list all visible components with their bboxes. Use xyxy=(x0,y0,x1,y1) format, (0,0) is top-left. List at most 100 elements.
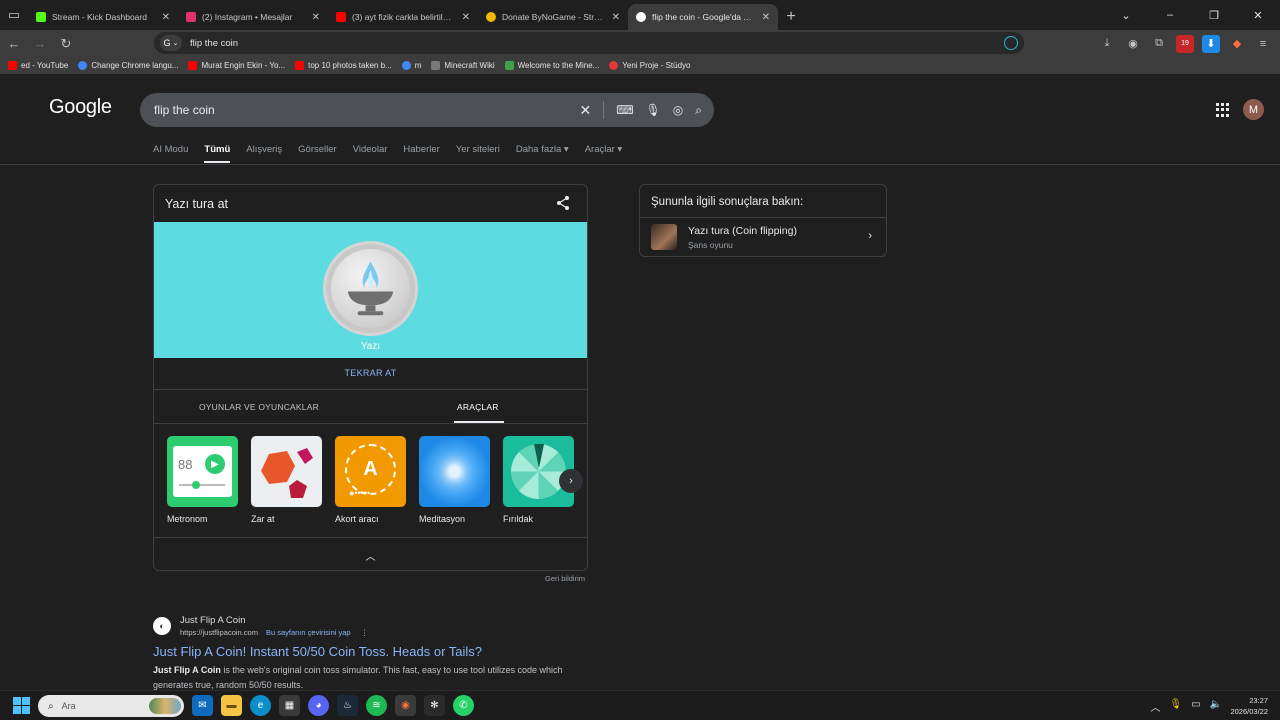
tab-list-chevron-icon[interactable]: ⌄ xyxy=(1104,9,1148,22)
close-tab-icon[interactable]: ✕ xyxy=(312,12,320,23)
discord-icon[interactable]: ◕ xyxy=(308,695,329,716)
search-input[interactable]: flip the coin ✕ ⌨ 🎙 ◎ ⌕ xyxy=(140,93,714,127)
file-explorer-icon[interactable]: ▬ xyxy=(221,695,242,716)
browser-tab-google[interactable]: flip the coin - Google'da Ara ✕ xyxy=(628,4,778,30)
volume-icon[interactable]: 🔈 xyxy=(1210,699,1222,714)
slider-track xyxy=(179,484,225,486)
result-title-link[interactable]: Just Flip A Coin! Instant 50/50 Coin Tos… xyxy=(153,644,482,659)
google-logo[interactable]: Google xyxy=(49,96,112,119)
google-apps-icon[interactable] xyxy=(1216,103,1230,117)
menu-icon[interactable]: ≡ xyxy=(1254,35,1272,53)
tab-all[interactable]: Tümü xyxy=(204,144,230,163)
display-icon[interactable]: ▭ xyxy=(1191,699,1200,714)
bookmark-item[interactable]: m xyxy=(401,61,421,70)
mic-icon[interactable]: 🎙 xyxy=(646,103,661,117)
minimize-icon[interactable]: – xyxy=(1148,9,1192,21)
close-tab-icon[interactable]: ✕ xyxy=(612,12,620,23)
bookmark-item[interactable]: ed - YouTube xyxy=(8,61,68,70)
tab-games-toys[interactable]: OYUNLAR VE OYUNCAKLAR xyxy=(199,402,319,412)
restore-icon[interactable]: ❐ xyxy=(1192,9,1236,22)
browser-tab-bynogame[interactable]: Donate ByNoGame - Streamer Sayfası ✕ xyxy=(478,4,628,30)
store-icon[interactable]: ▦ xyxy=(279,695,300,716)
browser-tab-kick[interactable]: Stream - Kick Dashboard ✕ xyxy=(28,4,178,30)
windows-start-icon[interactable] xyxy=(13,697,30,714)
extension-badge-icon[interactable]: 19 xyxy=(1176,34,1194,53)
taskbar-search-input[interactable]: ⌕ Ara xyxy=(38,695,184,717)
share-icon[interactable] xyxy=(555,195,571,211)
tab-more-label: Daha fazla xyxy=(515,144,562,155)
result-site-name[interactable]: Just Flip A Coin xyxy=(180,615,245,626)
download-icon[interactable]: ⤓ xyxy=(1098,35,1116,53)
outlook-icon[interactable]: ✉ xyxy=(192,695,213,716)
bookmark-item[interactable]: Welcome to the Mine... xyxy=(504,61,599,70)
whatsapp-icon[interactable]: ✆ xyxy=(453,695,474,716)
edge-icon[interactable]: e xyxy=(250,695,271,716)
new-tab-button[interactable]: + xyxy=(778,4,804,30)
tab-ai-mode[interactable]: AI Modu xyxy=(153,144,188,163)
toolbar-icons: ⤓ ◉ ⧉ 19 ⬇ ◆ ≡ xyxy=(1098,30,1272,57)
shield-extension-icon[interactable]: ⬇ xyxy=(1202,34,1220,53)
chatgpt-icon[interactable]: ✻ xyxy=(424,695,445,716)
tab-more[interactable]: Daha fazla ▾ xyxy=(516,144,569,163)
result-url[interactable]: https://justflipacoin.com xyxy=(180,628,258,637)
close-tab-icon[interactable]: ✕ xyxy=(462,12,470,23)
browser-tab-youtube[interactable]: (3) ayt fizik carkla belirtiler - YouTub… xyxy=(328,4,478,30)
back-icon[interactable]: ← xyxy=(2,32,26,56)
close-tab-icon[interactable]: ✕ xyxy=(162,12,170,23)
bookmark-item[interactable]: Murat Engin Ekin - Yo... xyxy=(188,61,285,70)
tool-dice[interactable]: Zar at xyxy=(251,436,322,524)
steam-icon[interactable]: ♨ xyxy=(337,695,358,716)
bookmark-item[interactable]: Change Chrome langu... xyxy=(78,61,178,70)
bookmark-item[interactable]: top 10 photos taken b... xyxy=(295,61,392,70)
studio-icon xyxy=(609,61,619,70)
profile-icon[interactable]: ◉ xyxy=(1124,35,1142,53)
flip-again-button[interactable]: TEKRAR AT xyxy=(154,368,587,378)
brave-extension-icon[interactable]: ◆ xyxy=(1228,35,1246,53)
reload-icon[interactable]: ↻ xyxy=(54,32,78,56)
google-g-label: G xyxy=(163,38,171,48)
tab-search-icon[interactable]: ▭ xyxy=(0,0,28,30)
tab-tools[interactable]: ARAÇLAR xyxy=(457,402,499,412)
close-tab-icon[interactable]: ✕ xyxy=(762,12,770,23)
tray-overflow-icon[interactable]: ︿ xyxy=(1150,699,1160,714)
translate-link[interactable]: Bu sayfanın çevirisini yap xyxy=(266,628,351,637)
tab-news[interactable]: Haberler xyxy=(403,144,439,163)
search-engine-chip[interactable]: G ⌄ xyxy=(160,35,182,51)
tool-meditation[interactable]: Meditasyon xyxy=(419,436,490,524)
tab-videos[interactable]: Videolar xyxy=(353,144,388,163)
tab-shopping[interactable]: Alışveriş xyxy=(246,144,282,163)
avatar[interactable]: M xyxy=(1243,99,1264,120)
related-result-item[interactable]: Yazı tura (Coin flipping) Şans oyunu › xyxy=(640,217,886,257)
tab-images[interactable]: Görseller xyxy=(298,144,337,163)
more-options-icon[interactable]: ⋮ xyxy=(361,628,369,637)
collapse-chevron-icon[interactable]: ︿ xyxy=(154,548,587,563)
tab-tools[interactable]: Araçlar ▾ xyxy=(585,144,623,163)
window-controls: ⌄ – ❐ ✕ xyxy=(1104,0,1280,30)
search-icon[interactable]: ⌕ xyxy=(695,103,702,118)
taskbar-clock[interactable]: 23:27 2026/03/22 xyxy=(1230,695,1268,717)
browser-tab-instagram[interactable]: (2) Instagram • Mesajlar ✕ xyxy=(178,4,328,30)
extensions-icon[interactable]: ⧉ xyxy=(1150,35,1168,53)
dice-icon xyxy=(251,436,322,507)
forward-icon[interactable]: → xyxy=(28,32,52,56)
close-window-icon[interactable]: ✕ xyxy=(1236,9,1280,22)
spotify-icon[interactable]: ≋ xyxy=(366,695,387,716)
minecraft-wiki-icon xyxy=(431,61,441,70)
address-bar[interactable]: G ⌄ flip the coin xyxy=(154,32,1024,54)
tool-tuner[interactable]: A ●••••• Akort aracı xyxy=(335,436,406,524)
firefox-icon[interactable]: ◉ xyxy=(395,695,416,716)
tool-metronome[interactable]: 88 ▶ Metronom xyxy=(167,436,238,524)
carousel-next-icon[interactable]: › xyxy=(559,469,583,493)
feedback-link[interactable]: Geri bildirim xyxy=(545,574,585,583)
coin-display[interactable]: Yazı xyxy=(154,222,587,358)
clear-icon[interactable]: ✕ xyxy=(579,102,591,119)
coin-icon[interactable] xyxy=(323,241,418,336)
keyboard-icon[interactable]: ⌨ xyxy=(616,103,633,117)
bookmark-item[interactable]: Minecraft Wiki xyxy=(431,61,495,70)
microphone-icon[interactable]: 🎙 xyxy=(1169,699,1182,714)
bookmark-item[interactable]: Yeni Proje - Stüdyo xyxy=(609,61,691,70)
lens-icon[interactable] xyxy=(1004,36,1018,50)
camera-lens-icon[interactable]: ◎ xyxy=(673,103,683,117)
tab-places[interactable]: Yer siteleri xyxy=(456,144,500,163)
coin-flipping-thumbnail xyxy=(651,224,677,250)
